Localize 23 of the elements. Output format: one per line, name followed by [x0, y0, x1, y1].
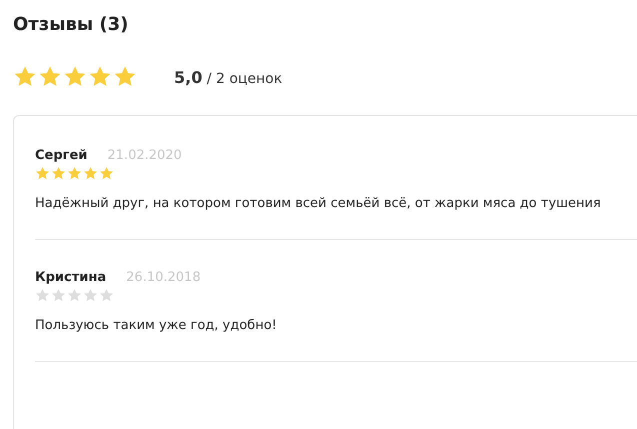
star-icon: [67, 166, 82, 181]
star-icon: [35, 288, 50, 303]
star-icon: [63, 65, 87, 89]
star-icon: [51, 166, 66, 181]
review-date: 21.02.2020: [107, 148, 182, 163]
review-text: Надёжный друг, на котором готовим всей семьёй всё, от жарки мяса до тушения: [35, 196, 602, 211]
star-icon: [83, 166, 98, 181]
star-icon: [35, 166, 50, 181]
review-author: Кристина: [35, 270, 106, 285]
star-icon: [67, 288, 82, 303]
star-icon: [13, 65, 37, 89]
review-text: Пользуюсь таким уже год, удобно!: [35, 318, 278, 333]
star-icon: [38, 65, 62, 89]
rating-text: 5,0 / 2 оценок: [174, 68, 282, 86]
review-author: Сергей: [35, 148, 88, 163]
star-icon: [83, 288, 98, 303]
star-icon: [99, 288, 114, 303]
star-icon: [99, 166, 114, 181]
star-icon: [88, 65, 112, 89]
review-date: 26.10.2018: [126, 270, 201, 285]
star-icon: [113, 65, 137, 89]
section-title: Отзывы (3): [13, 14, 130, 35]
star-icon: [51, 288, 66, 303]
